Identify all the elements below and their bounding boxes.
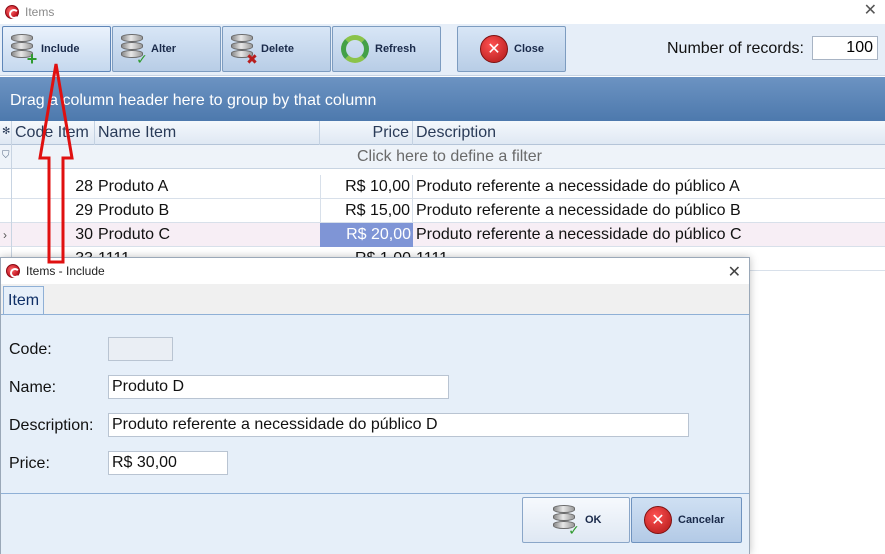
cancel-button[interactable]: ✕ Cancelar <box>631 497 742 543</box>
cell-code: 30 <box>75 226 93 243</box>
include-button[interactable]: + Include <box>2 26 111 72</box>
price-label: Price: <box>9 455 50 472</box>
database-add-icon: + <box>11 34 37 68</box>
header-description[interactable]: Description <box>413 121 885 145</box>
cell-price: R$ 15,00 <box>320 199 413 223</box>
close-button-label: Close <box>514 43 544 55</box>
tab-item[interactable]: Item <box>3 286 45 314</box>
dialog-app-icon <box>6 264 20 278</box>
code-label: Code: <box>9 341 52 358</box>
dialog-titlebar: Items - Include ✕ <box>1 258 749 284</box>
code-field[interactable] <box>108 337 173 361</box>
ok-button-label: OK <box>585 514 602 526</box>
delete-button-label: Delete <box>261 43 295 55</box>
delete-button[interactable]: ✖ Delete <box>222 26 331 72</box>
ok-button[interactable]: ✓ OK <box>522 497 630 543</box>
alter-button-label: Alter <box>151 43 177 55</box>
table-row[interactable]: 28 Produto A R$ 10,00 Produto referente … <box>0 175 885 199</box>
table-row[interactable]: 29 Produto B R$ 15,00 Produto referente … <box>0 199 885 223</box>
cancel-icon: ✕ <box>644 506 672 534</box>
cell-name: Produto B <box>98 202 170 219</box>
cell-description: Produto referente a necessidade do públi… <box>416 178 740 195</box>
dialog-close-button[interactable]: ✕ <box>728 262 741 282</box>
cell-description: Produto referente a necessidade do públi… <box>416 202 741 219</box>
cell-description: Produto referente a necessidade do públi… <box>416 226 742 243</box>
description-label: Description: <box>9 417 94 434</box>
cell-code: 29 <box>75 202 93 219</box>
header-price[interactable]: Price <box>320 121 413 145</box>
name-label: Name: <box>9 379 57 396</box>
window-title: Items <box>25 5 55 19</box>
grid-row-gutter <box>0 121 12 271</box>
close-button[interactable]: ✕ Close <box>457 26 566 72</box>
toolbar: + Include ✓ Alter ✖ Delete Refresh ✕ Clo… <box>0 24 885 76</box>
tab-page-item: Code: Name: Description: Price: <box>1 314 749 494</box>
refresh-icon <box>341 35 369 63</box>
table-row-selected[interactable]: › 30 Produto C R$ 20,00 Produto referent… <box>0 223 885 247</box>
filter-placeholder: Click here to define a filter <box>357 148 542 165</box>
description-field[interactable] <box>108 413 689 437</box>
app-logo-icon <box>5 5 19 19</box>
cell-price: R$ 10,00 <box>320 175 413 199</box>
refresh-button[interactable]: Refresh <box>332 26 441 72</box>
header-code-item[interactable]: Code Item <box>12 121 95 145</box>
database-delete-icon: ✖ <box>231 34 258 66</box>
alter-button[interactable]: ✓ Alter <box>112 26 221 72</box>
database-confirm-icon: ✓ <box>553 505 580 537</box>
database-edit-icon: ✓ <box>121 34 148 66</box>
cell-name: Produto C <box>98 226 171 243</box>
include-button-label: Include <box>41 43 80 55</box>
grid-header: ✻ Code Item Name Item Price Description <box>0 121 885 145</box>
cell-name: Produto A <box>98 178 169 195</box>
include-dialog: Items - Include ✕ Code: Name: Descriptio… <box>0 257 750 554</box>
refresh-button-label: Refresh <box>375 43 416 55</box>
records-label: Number of records: <box>667 40 804 57</box>
dialog-title: Items - Include <box>26 264 105 278</box>
name-field[interactable] <box>108 375 449 399</box>
filter-row[interactable]: ⛉ Click here to define a filter <box>0 145 885 169</box>
header-name-item[interactable]: Name Item <box>95 121 320 145</box>
records-count-input[interactable] <box>812 36 878 60</box>
dialog-footer: ✓ OK ✕ Cancelar <box>1 494 749 554</box>
cell-price-focused[interactable]: R$ 20,00 <box>320 223 413 247</box>
window-close-button[interactable]: ✕ <box>864 3 877 19</box>
cell-code: 28 <box>75 178 93 195</box>
price-field[interactable] <box>108 451 228 475</box>
cancel-button-label: Cancelar <box>678 514 725 526</box>
main-titlebar: Items ✕ <box>0 0 885 24</box>
close-icon: ✕ <box>480 35 508 63</box>
group-by-panel[interactable]: Drag a column header here to group by th… <box>0 77 885 121</box>
